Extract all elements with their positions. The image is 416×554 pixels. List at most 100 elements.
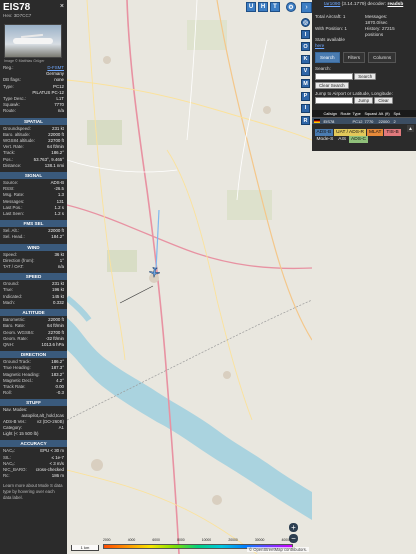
altitude-tick-label: 4000 <box>127 538 136 542</box>
map-button-h[interactable]: H <box>258 2 268 12</box>
section-title-direction: DIRECTION <box>0 351 67 359</box>
map-side-button-k[interactable]: K <box>301 54 310 64</box>
version-bar: tar1090 (3.14.1779) decoder: readsb <box>312 0 416 11</box>
legend-mode-s: Mode-S <box>316 137 334 142</box>
info-row-label: Last Seen: <box>3 211 24 217</box>
altitude-tick-label: 20000 <box>228 538 238 542</box>
settings-icon[interactable]: ⚙ <box>286 2 296 12</box>
panel-lower-area <box>312 151 416 554</box>
general-info: Reg.: D-FSMT Germany DB flags: none Type: PC12… <box>0 65 67 115</box>
map-side-button-p[interactable]: P <box>301 91 310 101</box>
aircraft-marker-icon[interactable] <box>148 266 160 278</box>
legend-ais: AIS <box>338 137 347 142</box>
accuracy-rows: NACₚ: EPU < 30 m SIL: ≤ 1e-7 NACᵥ: < 3 m/s NIC… <box>0 448 67 479</box>
column-header[interactable]: Route <box>339 112 351 116</box>
info-row: Distance: 138.1 nmi <box>0 163 67 169</box>
info-row-value: 0.332 <box>53 299 64 305</box>
flag-icon <box>312 119 322 124</box>
map-side-button-o[interactable]: O <box>301 42 310 52</box>
column-header[interactable]: Type <box>351 112 363 116</box>
source-legend: ADS-B UAT / ADS-R MLAT TIS-B Mode-S AIS ADS-C <box>314 129 414 143</box>
section-title-fms-sel: FMS SEL <box>0 220 67 228</box>
table-cell-type: PC12 <box>352 118 363 124</box>
search-input[interactable] <box>315 73 353 80</box>
collapse-panel-icon[interactable]: › <box>301 2 312 13</box>
altitude-tick-label: 30000 <box>254 538 265 542</box>
info-row-label: Reg.: <box>3 65 14 70</box>
layers-icon[interactable]: ◎ <box>301 18 310 27</box>
aircraft-photo-fuselage <box>13 38 53 44</box>
version-link[interactable]: tar1090 <box>324 2 340 7</box>
zoom-in-button[interactable]: + <box>289 523 298 532</box>
aircraft-photo[interactable] <box>4 24 62 58</box>
table-cell-alt: 22000 <box>378 118 390 124</box>
search-button[interactable]: Search <box>354 73 377 80</box>
clear-search-button[interactable]: Clear Search <box>315 82 349 89</box>
map-side-button-r[interactable]: R <box>301 116 310 126</box>
info-row-value: 184.2° <box>51 234 64 240</box>
info-row-value: n/a <box>57 264 64 270</box>
aircraft-table-header: Callsign Route Type Squawk Alt. (ft) Spd. <box>312 110 416 117</box>
column-header[interactable]: Squawk <box>363 112 378 116</box>
column-header[interactable]: Alt. (ft) <box>377 112 392 116</box>
tab-filters[interactable]: Filters <box>342 52 366 63</box>
search-block: Search: Search Clear Search Jump to Airp… <box>315 66 413 105</box>
table-row[interactable]: EIS78 PC12 7770 22000 2 <box>312 117 416 124</box>
jump-button[interactable]: Jump <box>354 97 374 105</box>
info-row-label: Distance: <box>3 162 22 168</box>
table-cell-spd: 2 <box>393 118 396 124</box>
stats-here-link[interactable]: here <box>315 43 324 49</box>
accuracy-label: Rc: <box>3 473 10 479</box>
map-side-button-i[interactable]: I <box>301 30 310 39</box>
info-row-label: Sel. Head.: <box>3 234 25 240</box>
tab-search[interactable]: Search <box>315 52 340 63</box>
close-icon[interactable]: × <box>60 3 64 10</box>
info-row-label: TAT / OAT: <box>3 264 24 270</box>
legend-ads-c: ADS-C <box>349 136 368 143</box>
decoder-link[interactable]: readsb <box>388 2 404 7</box>
info-sections: SPATIAL Groundspeed: 231 kt Baro. altitude:… <box>0 117 67 397</box>
total-aircraft-value: 1 <box>342 14 346 19</box>
section-title-stuff: STUFF <box>0 399 67 407</box>
column-header[interactable]: Spd. <box>392 112 404 116</box>
info-row-value: 1.2 s <box>54 211 64 217</box>
aircraft-label-leader <box>119 285 154 304</box>
altitude-legend-ticks: 2000 4000 6000 8000 10000 20000 30000 40000+ <box>103 538 293 543</box>
map-side-button-m[interactable]: M <box>301 79 310 89</box>
table-cell-callsign: EIS78 <box>323 118 335 124</box>
info-row-label: Roll: <box>3 390 12 396</box>
category-value: A1 <box>58 425 64 431</box>
messages-value: 1870.0/sec <box>365 19 388 25</box>
panel-tabs: Search Filters Columns <box>315 52 397 63</box>
map-attribution[interactable]: © OpenStreetMap contributors. <box>246 547 309 552</box>
map-button-t[interactable]: T <box>270 2 280 12</box>
map-side-button-i[interactable]: I <box>301 103 310 113</box>
altitude-tick-label: 8000 <box>177 538 185 542</box>
history-label: History: <box>365 26 381 31</box>
aircraft-callsign: EIS78 <box>3 2 31 13</box>
info-row: TAT / OAT: n/a <box>0 264 67 270</box>
info-row: QNH: 1013.6 hPa <box>0 342 67 348</box>
aircraft-table: Callsign Route Type Squawk Alt. (ft) Spd. EIS… <box>312 110 416 124</box>
altitude-tick-label: 2000 <box>103 538 111 542</box>
total-aircraft-label: Total Aircraft: <box>315 14 342 19</box>
column-header[interactable]: Callsign <box>322 112 339 116</box>
info-row-value: -0.3 <box>56 390 64 396</box>
section-title-spatial: SPATIAL <box>0 117 67 125</box>
aircraft-list-panel: › ◎ IOKVMPIR tar1090 (3.14.1779) decoder… <box>301 0 416 554</box>
section-title-wind: WIND <box>0 243 67 251</box>
clear-jump-button[interactable]: Clear <box>374 97 393 105</box>
info-row: Roll: -0.3 <box>0 390 67 396</box>
map-canvas[interactable] <box>67 0 312 554</box>
accuracy-value: 186 m <box>51 473 64 479</box>
map-side-button-v[interactable]: V <box>301 66 310 76</box>
altitude-tick-label: 40000+ <box>281 538 293 542</box>
tab-columns[interactable]: Columns <box>368 52 397 63</box>
with-position-label: With Position: <box>315 26 344 31</box>
jump-input[interactable] <box>315 97 353 105</box>
legend-tis-b: TIS-B <box>384 129 401 136</box>
footnote: Learn more about Mode S data type by hov… <box>3 483 63 500</box>
map-view[interactable]: U H T ⚙ + − 2000 4000 6000 8000 10000 20000 30… <box>67 0 312 554</box>
aircraft-info-panel: EIS78 Hex: 3D7CC7 × Image © Matthias Grü… <box>0 0 67 554</box>
map-button-u[interactable]: U <box>246 2 256 12</box>
